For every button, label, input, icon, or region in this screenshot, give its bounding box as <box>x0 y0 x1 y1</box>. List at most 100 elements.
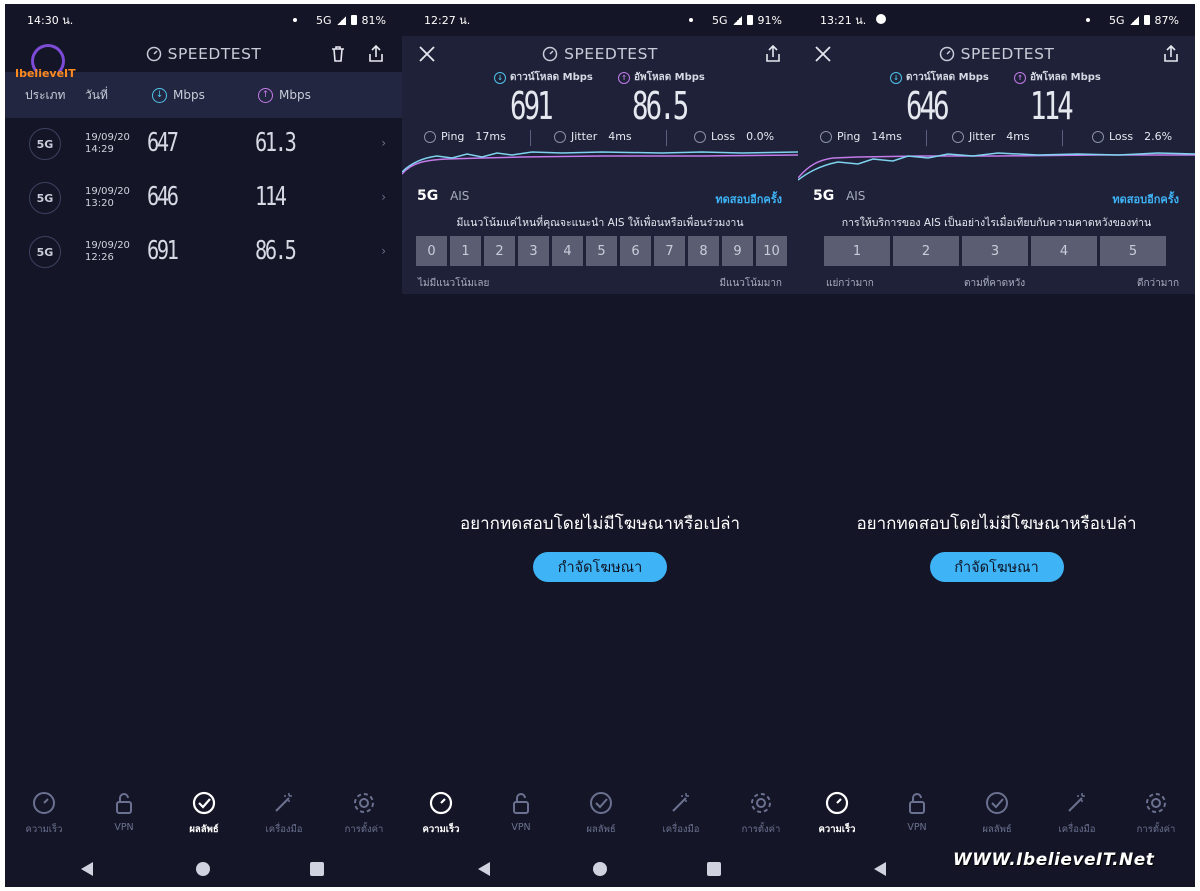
col-upload[interactable]: ↑ Mbps <box>258 87 311 103</box>
gear-icon <box>751 793 771 813</box>
jitter-stat: Jitter 4ms <box>554 130 632 143</box>
col-type: ประเภท <box>25 87 66 102</box>
result-download: 691 <box>147 236 179 266</box>
loss-stat: Loss 0.0% <box>694 130 774 143</box>
result-datetime: 19/09/20 14:29 <box>85 132 130 155</box>
chevron-right-icon: › <box>381 244 386 258</box>
nav-settings[interactable]: การตั้งค่า <box>1117 790 1195 837</box>
rating-option[interactable]: 1 <box>450 236 481 266</box>
test-result-screen: 12:27 น. 5G 91% SPEEDTEST ↓ ดาวน์โหลด Mb… <box>402 4 798 887</box>
rating-option[interactable]: 7 <box>654 236 685 266</box>
col-upload-unit: Mbps <box>279 88 311 102</box>
nav-speed[interactable]: ความเร็ว <box>402 790 480 837</box>
scale-low-label: ไม่มีแนวโน้มเลย <box>418 278 490 289</box>
speedtest-brand: SPEEDTEST <box>146 45 262 63</box>
close-icon[interactable] <box>812 43 834 65</box>
rating-option[interactable]: 4 <box>552 236 583 266</box>
brand-title: SPEEDTEST <box>960 45 1055 63</box>
status-bar: 14:30 น. 5G 81% <box>5 4 402 36</box>
back-icon[interactable] <box>81 862 93 876</box>
retest-link[interactable]: ทดสอบอีกครั้ง <box>715 190 782 208</box>
rating-option[interactable]: 1 <box>824 236 890 266</box>
nav-settings[interactable]: การตั้งค่า <box>325 790 402 837</box>
speedometer-icon <box>825 791 849 815</box>
rating-option[interactable]: 8 <box>688 236 719 266</box>
isp-name: AIS <box>450 189 470 203</box>
nav-vpn-label: VPN <box>511 822 531 833</box>
col-download-unit: Mbps <box>173 88 205 102</box>
rating-option[interactable]: 3 <box>518 236 549 266</box>
rating-option[interactable]: 3 <box>962 236 1028 266</box>
share-icon[interactable] <box>1160 43 1182 65</box>
back-icon[interactable] <box>874 862 886 876</box>
col-date: วันที่ <box>85 87 108 102</box>
speedometer-icon <box>33 792 55 814</box>
home-icon[interactable] <box>593 862 607 876</box>
remove-ads-button[interactable]: กำจัดโฆษณา <box>533 552 667 582</box>
download-arrow-icon: ↓ <box>152 87 167 103</box>
rating-option[interactable]: 2 <box>484 236 515 266</box>
magic-wand-icon <box>1068 793 1085 812</box>
network-badge: 5G <box>29 128 61 160</box>
nav-speed[interactable]: ความเร็ว <box>798 790 876 837</box>
network-badge: 5G <box>29 236 61 268</box>
connection-info: 5G AIS ทดสอบอีกครั้ง <box>813 188 1179 210</box>
nav-tools-label: เครื่องมือ <box>1058 824 1096 835</box>
nav-tools[interactable]: เครื่องมือ <box>642 790 720 837</box>
gear-icon <box>354 793 374 813</box>
rating-option[interactable]: 5 <box>1100 236 1166 266</box>
back-icon[interactable] <box>478 862 490 876</box>
result-card: SPEEDTEST ↓ ดาวน์โหลด Mbps 691 ↑ อัพโหลด… <box>402 36 798 294</box>
nav-vpn[interactable]: VPN <box>878 790 956 833</box>
nav-tools[interactable]: เครื่องมือ <box>1038 790 1116 837</box>
speedtest-gauge-icon <box>939 46 954 62</box>
upload-arrow-icon: ↑ <box>258 87 273 103</box>
nav-results[interactable]: ผลลัพธ์ <box>958 790 1036 837</box>
close-icon[interactable] <box>416 43 438 65</box>
rating-option[interactable]: 4 <box>1031 236 1097 266</box>
col-download[interactable]: ↓ Mbps <box>152 87 205 103</box>
rating-option[interactable]: 0 <box>416 236 447 266</box>
rating-option[interactable]: 9 <box>722 236 753 266</box>
rating-option[interactable]: 2 <box>893 236 959 266</box>
network-badge: 5G <box>29 182 61 214</box>
site-watermark: WWW.IbelieveIT.Net <box>953 850 1155 870</box>
retest-link[interactable]: ทดสอบอีกครั้ง <box>1112 190 1179 208</box>
network-type-label: 5G <box>813 188 835 204</box>
result-row[interactable]: 5G 19/09/20 14:29 647 61.3 › <box>5 118 402 172</box>
result-upload: 61.3 <box>255 128 297 158</box>
status-time: 12:27 น. <box>424 14 471 27</box>
check-circle-icon <box>192 791 216 815</box>
nav-settings[interactable]: การตั้งค่า <box>722 790 798 837</box>
recents-icon[interactable] <box>707 862 721 876</box>
share-icon[interactable] <box>762 43 784 65</box>
nav-results[interactable]: ผลลัพธ์ <box>562 790 640 837</box>
status-bar: 13:21 น. 5G 87% <box>798 4 1195 36</box>
status-bar: 12:27 น. 5G 91% <box>402 4 798 36</box>
upload-arrow-icon: ↑ <box>618 71 630 84</box>
nav-vpn[interactable]: VPN <box>482 790 560 833</box>
connection-info: 5G AIS ทดสอบอีกครั้ง <box>417 188 782 210</box>
share-icon[interactable] <box>365 43 387 65</box>
result-row[interactable]: 5G 19/09/20 12:26 691 86.5 › <box>5 226 402 280</box>
nav-tools[interactable]: เครื่องมือ <box>245 790 323 837</box>
recents-icon[interactable] <box>310 862 324 876</box>
ad-free-question: อยากทดสอบโดยไม่มีโฆษณาหรือเปล่า <box>856 514 1137 534</box>
ibelieveit-logo: IbelieveIT <box>15 42 77 88</box>
loss-icon <box>694 130 706 143</box>
result-row[interactable]: 5G 19/09/20 13:20 646 114 › <box>5 172 402 226</box>
signal-icon <box>336 15 346 25</box>
upload-value: 86.5 <box>632 84 689 128</box>
rating-option[interactable]: 6 <box>620 236 651 266</box>
rating-option[interactable]: 10 <box>756 236 787 266</box>
remove-ads-button[interactable]: กำจัดโฆษณา <box>929 552 1064 582</box>
gear-icon <box>1146 793 1166 813</box>
nav-speed[interactable]: ความเร็ว <box>5 790 83 837</box>
status-time: 14:30 น. <box>27 14 74 27</box>
notification-dot-icon <box>689 18 694 22</box>
nav-results[interactable]: ผลลัพธ์ <box>165 790 243 837</box>
home-icon[interactable] <box>196 862 210 876</box>
nav-vpn[interactable]: VPN <box>85 790 163 833</box>
delete-icon[interactable] <box>327 43 349 65</box>
rating-option[interactable]: 5 <box>586 236 617 266</box>
